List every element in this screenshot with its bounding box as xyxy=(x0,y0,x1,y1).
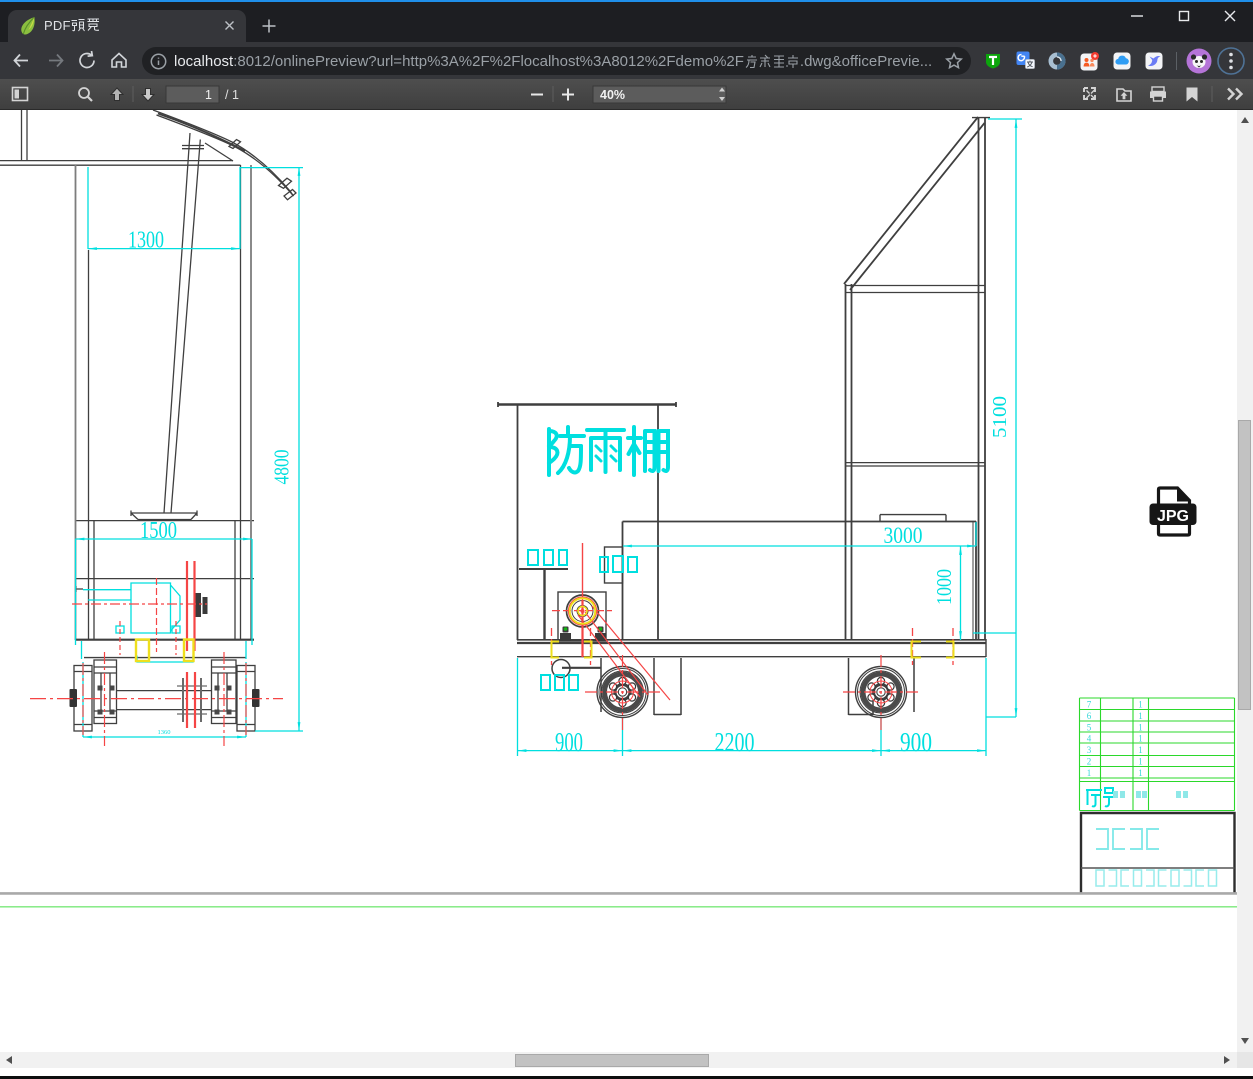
svg-text:3000: 3000 xyxy=(884,523,923,548)
svg-text:1: 1 xyxy=(1138,711,1143,721)
svg-text:1: 1 xyxy=(1087,768,1092,778)
svg-text:1360: 1360 xyxy=(158,729,171,736)
svg-text:1: 1 xyxy=(1138,734,1143,744)
svg-text:5100: 5100 xyxy=(989,396,1011,438)
svg-text:1: 1 xyxy=(1138,757,1143,767)
svg-text:4800: 4800 xyxy=(270,450,294,485)
svg-text:1000: 1000 xyxy=(932,569,956,605)
svg-text:1: 1 xyxy=(1138,700,1143,710)
svg-text:1: 1 xyxy=(1138,723,1143,733)
svg-text:4: 4 xyxy=(1087,734,1092,744)
svg-text:/ 1: / 1 xyxy=(225,88,239,102)
svg-text:1: 1 xyxy=(1138,768,1143,778)
svg-text:7: 7 xyxy=(1087,700,1092,710)
svg-text:2: 2 xyxy=(1087,757,1092,767)
svg-text:40%: 40% xyxy=(600,88,625,102)
svg-text:1300: 1300 xyxy=(128,228,164,254)
svg-text:1500: 1500 xyxy=(140,518,177,544)
svg-text:JPG: JPG xyxy=(1157,508,1189,525)
svg-text:6: 6 xyxy=(1087,711,1092,721)
svg-text:1: 1 xyxy=(1138,745,1143,755)
svg-text:900: 900 xyxy=(900,727,932,757)
svg-text:3: 3 xyxy=(1087,745,1092,755)
svg-text:1: 1 xyxy=(205,88,212,102)
svg-text:5: 5 xyxy=(1087,723,1092,733)
svg-text:2200: 2200 xyxy=(715,727,755,757)
svg-text:900: 900 xyxy=(555,727,583,757)
